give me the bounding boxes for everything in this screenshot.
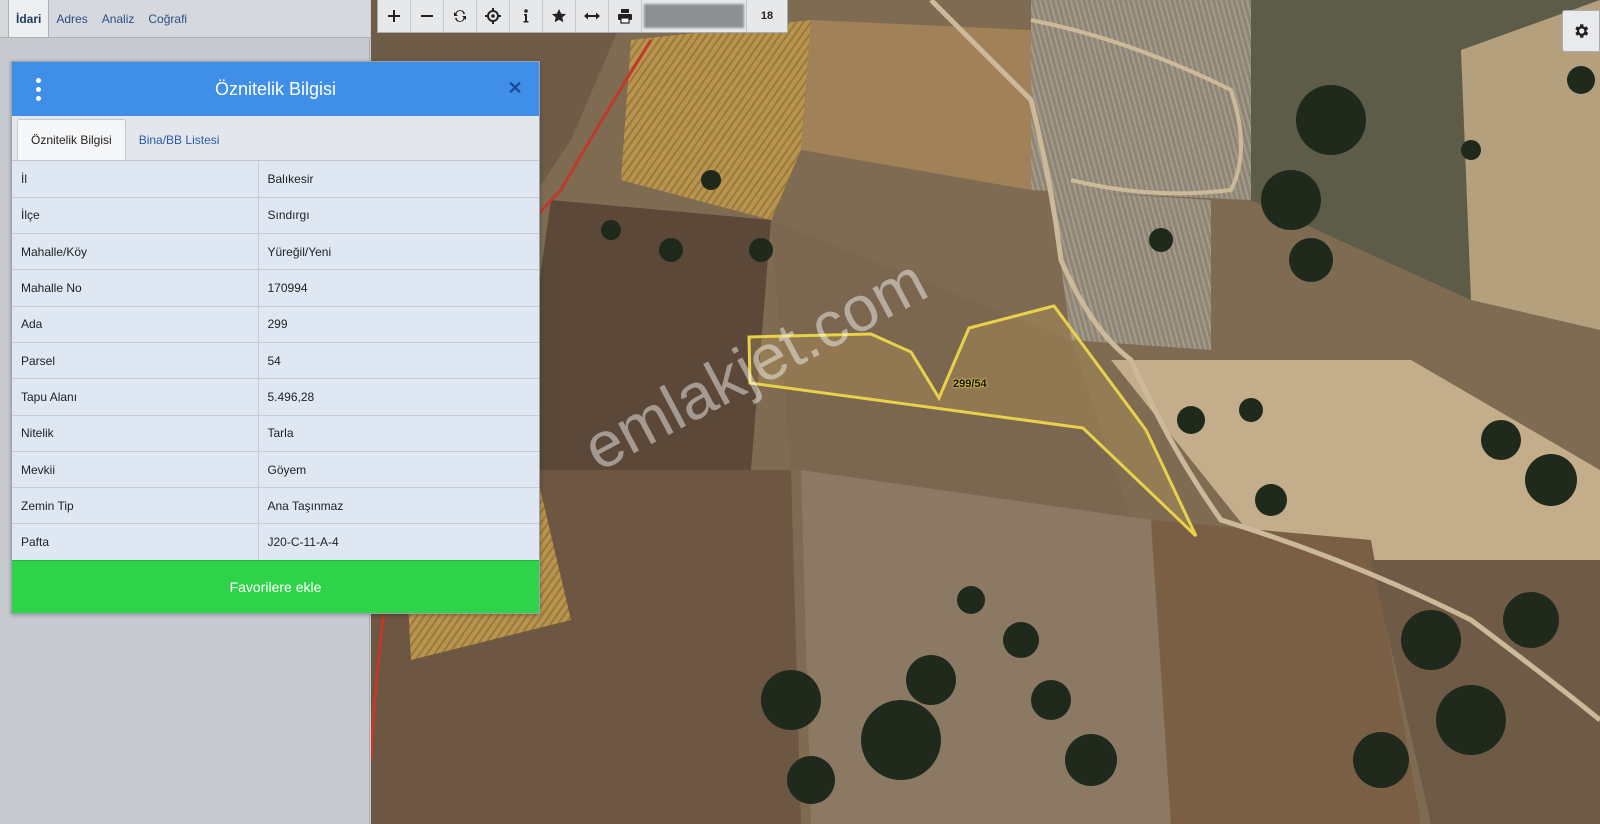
table-row: Ada 299 [12, 306, 539, 343]
attribute-key: Ada [12, 306, 259, 343]
measure-button[interactable] [576, 0, 609, 32]
tab-adres[interactable]: Adres [49, 0, 94, 37]
tab-idari[interactable]: İdari [8, 0, 50, 37]
table-row: Zemin Tip Ana Taşınmaz [12, 487, 539, 525]
table-row: Pafta J20-C-11-A-4 [12, 523, 539, 561]
info-icon [523, 9, 529, 23]
locate-icon [485, 8, 501, 24]
refresh-icon [454, 10, 466, 22]
table-row: Mevkii Göyem [12, 451, 539, 489]
star-icon [551, 9, 567, 23]
print-icon [618, 9, 632, 24]
table-row: İlçe Sındırgı [12, 197, 539, 235]
attribute-value: Göyem [258, 451, 539, 489]
map-toolbar: 18 [377, 0, 788, 33]
attribute-value: 299 [258, 306, 539, 343]
attribute-key: Mevkii [12, 451, 259, 489]
tab-cografi[interactable]: Coğrafi [141, 0, 194, 37]
attribute-value: Sındırgı [258, 197, 539, 235]
attribute-key: İl [12, 161, 259, 198]
attribute-key: Mahalle/Köy [12, 233, 259, 271]
zoom-in-icon [388, 10, 400, 22]
attribute-key: Tapu Alanı [12, 378, 259, 416]
attribute-key: Nitelik [12, 415, 259, 452]
attribute-value: Tarla [258, 415, 539, 452]
tab-oznitelik-bilgisi[interactable]: Öznitelik Bilgisi [17, 119, 126, 160]
zoom-in-button[interactable] [378, 0, 411, 32]
attribute-key: Zemin Tip [12, 487, 259, 525]
info-button[interactable] [510, 0, 543, 32]
attribute-key: Pafta [12, 523, 259, 561]
settings-button[interactable] [1562, 10, 1600, 52]
measure-icon [584, 12, 600, 20]
tab-analiz[interactable]: Analiz [95, 0, 142, 37]
table-row: Nitelik Tarla [12, 415, 539, 452]
zoom-out-button[interactable] [411, 0, 444, 32]
scale-bar [644, 4, 744, 28]
table-row: Parsel 54 [12, 342, 539, 380]
attribute-value: 170994 [258, 269, 539, 307]
zoom-level-label: 18 [760, 10, 774, 22]
attribute-value: 54 [258, 342, 539, 380]
attribute-value: Yüreğil/Yeni [258, 233, 539, 271]
satellite-imagery [371, 0, 1600, 824]
attribute-value: 5.496,28 [258, 378, 539, 416]
attribute-value: Ana Taşınmaz [258, 487, 539, 525]
favorite-button[interactable] [543, 0, 576, 32]
close-icon[interactable]: ✕ [505, 78, 525, 98]
add-to-favorites-button[interactable]: Favorilere ekle [12, 560, 539, 613]
dialog-title: Öznitelik Bilgisi [214, 78, 337, 99]
top-tabs: İdari Adres Analiz Coğrafi [0, 0, 370, 38]
attribute-key: İlçe [12, 197, 259, 235]
table-row: İl Balıkesir [12, 161, 539, 198]
attribute-table: İl Balıkesir İlçe Sındırgı Mahalle/Köy Yüreği… [12, 161, 539, 561]
dialog-header: Öznitelik Bilgisi ✕ [12, 62, 539, 116]
locate-button[interactable] [477, 0, 510, 32]
attribute-dialog: Öznitelik Bilgisi ✕ Öznitelik Bilgisi Bi… [11, 61, 540, 614]
dialog-menu-icon[interactable] [30, 76, 46, 102]
attribute-key: Parsel [12, 342, 259, 380]
dialog-tabs: Öznitelik Bilgisi Bina/BB Listesi [12, 116, 539, 161]
attribute-key: Mahalle No [12, 269, 259, 307]
gear-icon [1575, 24, 1589, 38]
refresh-button[interactable] [444, 0, 477, 32]
tab-bina-bb-listesi[interactable]: Bina/BB Listesi [126, 119, 233, 160]
table-row: Mahalle No 170994 [12, 269, 539, 307]
map-view[interactable]: 299/54 emlakjet.com [371, 0, 1600, 824]
parcel-label: 299/54 [953, 378, 987, 390]
zoom-out-icon [421, 15, 433, 17]
table-row: Tapu Alanı 5.496,28 [12, 378, 539, 416]
print-button[interactable] [609, 0, 642, 32]
scale-indicator [642, 0, 747, 32]
attribute-value: Balıkesir [258, 161, 539, 198]
table-row: Mahalle/Köy Yüreğil/Yeni [12, 233, 539, 271]
attribute-value: J20-C-11-A-4 [258, 523, 539, 561]
